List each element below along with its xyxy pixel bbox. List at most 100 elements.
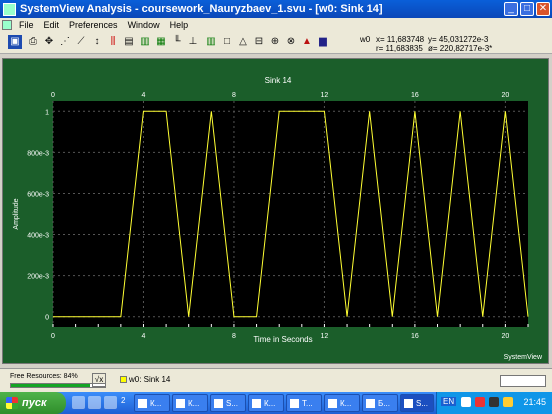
x-axis-label: Time in Seconds [253,335,312,344]
points-icon[interactable]: ⋰ [58,35,72,49]
taskbar: пуск 2 К... К... S... К... Т... К... Б..… [0,392,552,414]
brand-label: SystemView [503,354,542,361]
free-resources-fill [11,384,90,387]
close-button[interactable]: ✕ [536,2,550,16]
menu-edit[interactable]: Edit [39,20,65,30]
histogram-icon[interactable]: ▆ [316,35,330,49]
window-tab-label: w0: Sink 14 [129,375,171,384]
task-label: К... [264,398,276,408]
menu-file[interactable]: File [14,20,39,30]
y-tick-label: 1 [45,109,49,116]
readout-r: r= 11,683835 [376,44,423,53]
windows-flag-icon [6,397,18,409]
x-tick-label-top: 4 [142,92,146,99]
menu-preferences[interactable]: Preferences [64,20,123,30]
app-icon [3,2,16,16]
x-tick-label: 20 [501,333,509,340]
y-axis-label: Amplitude [13,198,20,229]
task-button[interactable]: S... [210,394,246,412]
x-tick-label: 0 [51,333,55,340]
sink-calc-icon[interactable]: ▣ [8,35,22,49]
window-title: SystemView Analysis - coursework_Nauryzb… [20,3,383,15]
tile-icon[interactable]: ▤ [122,35,136,49]
menu-help[interactable]: Help [165,20,194,30]
task-icon [138,398,147,408]
x-tick-label: 4 [142,333,146,340]
chart-title: Sink 14 [265,76,292,85]
free-resources-label: Free Resources: 84% [10,373,78,380]
peak-icon[interactable]: ▲ [300,35,314,49]
tile-horizontal-icon[interactable]: ▥ [138,35,152,49]
menu-window[interactable]: Window [123,20,165,30]
system-tray: EN 21:45 [436,392,552,414]
y-tick-label: 800e-3 [27,150,49,157]
readout-x: x= 11,683748 [376,35,425,44]
minimize-button[interactable]: _ [504,2,518,16]
chart-svg[interactable]: Sink 14 0 0 4 4 8 8 12 12 16 16 20 20 0 200e-3 400e-3 6… [3,59,550,365]
start-button[interactable]: пуск [0,392,66,414]
task-button[interactable]: К... [324,394,360,412]
print-icon[interactable]: ⎙ [26,35,40,49]
tile-vertical-icon[interactable]: ▦ [154,35,168,49]
task-icon [328,398,337,408]
maximize-button[interactable]: □ [520,2,534,16]
y-tick-label: 0 [45,315,49,322]
x-tick-label-top: 16 [411,92,419,99]
x-tick-label: 16 [411,333,419,340]
axis-icon[interactable]: ⊥ [186,35,200,49]
quicklaunch-folder-icon[interactable] [88,396,101,409]
task-button-active[interactable]: S... [400,394,434,412]
chart-icon[interactable]: ╙ [170,35,184,49]
window-tab-icon [120,376,127,384]
move-icon[interactable]: ✥ [42,35,56,49]
quicklaunch-media-icon[interactable] [104,396,117,409]
crosshair-icon[interactable]: ⊗ [284,35,298,49]
task-icon [176,398,185,408]
task-label: К... [340,398,352,408]
task-button[interactable]: К... [248,394,284,412]
system-menu-icon[interactable] [2,20,12,30]
clock: 21:45 [523,397,546,407]
start-label: пуск [22,397,47,409]
tray-icon[interactable] [475,397,485,407]
task-button[interactable]: К... [172,394,208,412]
y-tick-label: 600e-3 [27,191,49,198]
scale-icon[interactable]: ↕ [90,35,104,49]
sqrt-button[interactable]: √x [92,373,106,387]
bars-icon[interactable]: ⫼ [106,35,120,49]
task-label: Т... [302,398,313,408]
plot-window[interactable]: Sink 14 0 0 4 4 8 8 12 12 16 16 20 20 0 200e-3 400e-3 6… [2,58,549,364]
triangle-icon[interactable]: △ [236,35,250,49]
quicklaunch-ie-icon[interactable] [72,396,85,409]
menu-bar: File Edit Preferences Window Help [0,18,552,32]
tray-icon[interactable] [489,397,499,407]
crop-icon[interactable]: ⊟ [252,35,266,49]
task-icon [214,398,223,408]
task-icon [290,398,299,408]
stack-icon[interactable]: ▥ [204,35,218,49]
readout-y: y= 45,031272e-3 [428,35,489,44]
plot-area[interactable] [53,101,528,327]
task-icon [366,398,375,408]
x-tick-label: 12 [321,333,329,340]
task-button[interactable]: Б... [362,394,398,412]
language-indicator[interactable]: EN [441,397,457,406]
task-group-count[interactable]: 2 [121,396,125,405]
task-label: S... [416,398,429,408]
window-tab[interactable]: w0: Sink 14 [120,375,170,384]
task-button[interactable]: К... [134,394,170,412]
task-icon [252,398,261,408]
tray-icon[interactable] [503,397,513,407]
line-points-icon[interactable]: ⟋ [74,35,88,49]
zoom-icon[interactable]: ⊕ [268,35,282,49]
tray-icon[interactable] [461,397,471,407]
toolbar: ▣ ⎙ ✥ ⋰ ⟋ ↕ ⫼ ▤ ▥ ▦ ╙ ⊥ ▥ □ △ ⊟ ⊕ ⊗ ▲ ▆ … [0,32,552,54]
square-icon[interactable]: □ [220,35,234,49]
readout-theta: ø= 220,82717e-3* [428,44,493,53]
y-tick-label: 400e-3 [27,233,49,240]
task-icon [404,398,413,408]
x-tick-label-top: 8 [232,92,236,99]
title-bar: SystemView Analysis - coursework_Nauryzb… [0,0,552,18]
task-button[interactable]: Т... [286,394,322,412]
readout-label: w0 [360,35,371,44]
